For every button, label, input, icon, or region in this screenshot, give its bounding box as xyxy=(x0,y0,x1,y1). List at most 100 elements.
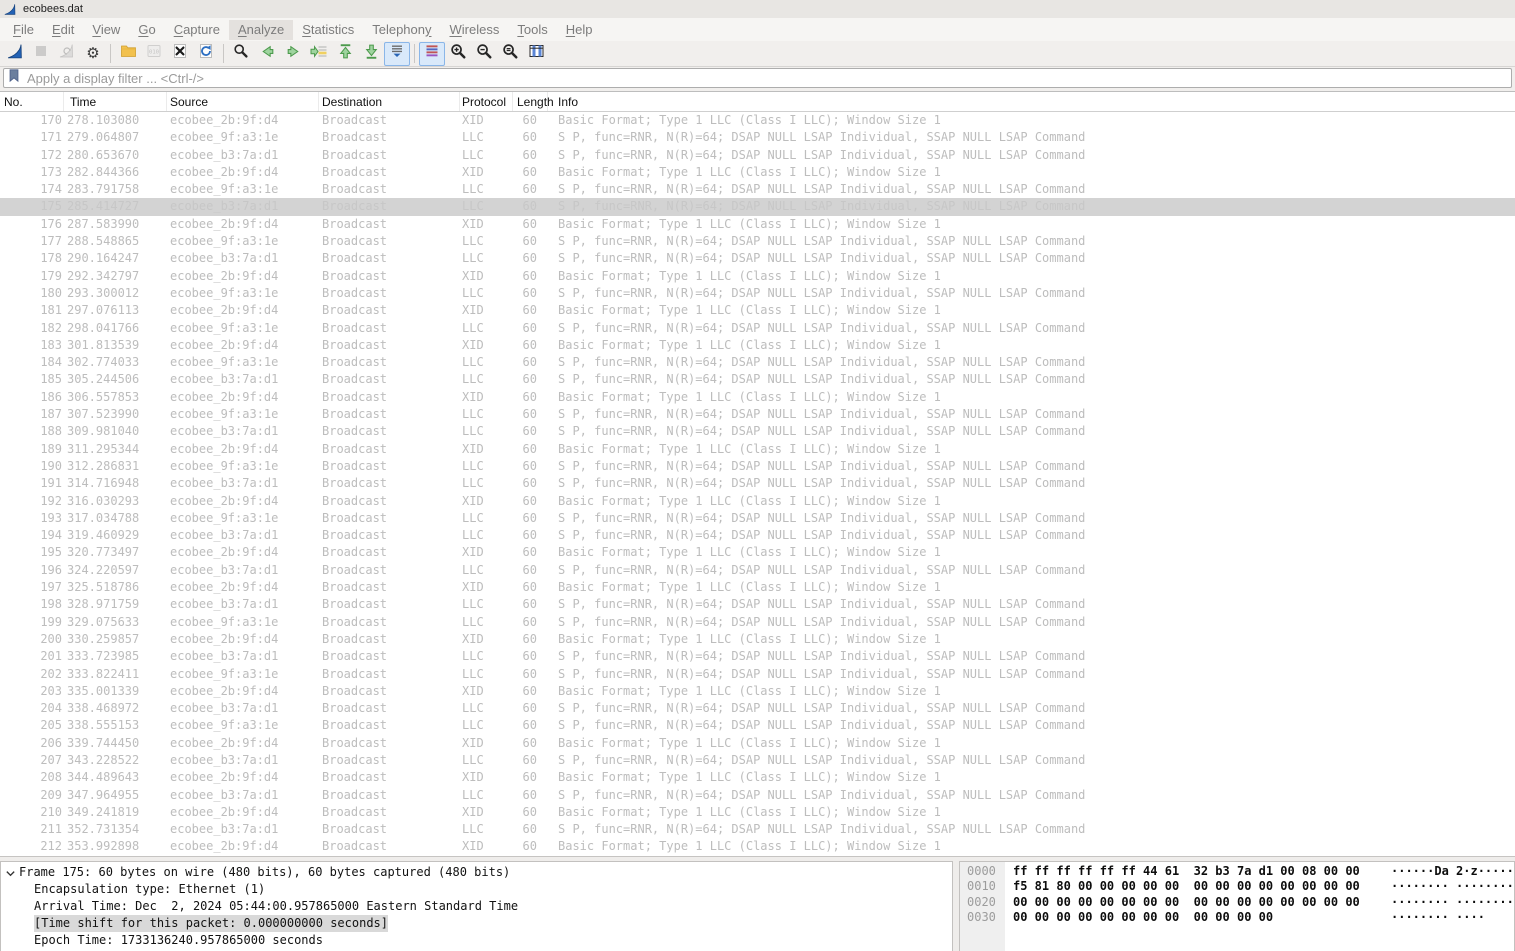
packet-row-211[interactable]: 211 352.731354 ecobee_b3:7a:d1 Broadcast LLC… xyxy=(0,821,1515,838)
packet-row-203[interactable]: 203 335.001339 ecobee_2b:9f:d4 Broadcast XID… xyxy=(0,683,1515,700)
packet-row-197[interactable]: 197 325.518786 ecobee_2b:9f:d4 Broadcast XID… xyxy=(0,579,1515,596)
packet-row-191[interactable]: 191 314.716948 ecobee_b3:7a:d1 Broadcast LLC… xyxy=(0,475,1515,492)
packet-row-199[interactable]: 199 329.075633 ecobee_9f:a3:1e Broadcast LLC… xyxy=(0,614,1515,631)
packet-row-170[interactable]: 170 278.103080 ecobee_2b:9f:d4 Broadcast XID… xyxy=(0,112,1515,129)
menu-telephony[interactable]: Telephony xyxy=(363,20,440,40)
packet-row-208[interactable]: 208 344.489643 ecobee_2b:9f:d4 Broadcast XID… xyxy=(0,769,1515,786)
packet-row-175[interactable]: 175 285.414727 ecobee_b3:7a:d1 Broadcast LLC… xyxy=(0,198,1515,216)
menu-analyze[interactable]: Analyze xyxy=(228,19,294,40)
cell-src: ecobee_9f:a3:1e xyxy=(170,355,279,370)
detail-line-5[interactable]: [Time delta from previous captured frame… xyxy=(1,949,952,951)
packet-row-180[interactable]: 180 293.300012 ecobee_9f:a3:1e Broadcast LLC… xyxy=(0,285,1515,302)
packet-row-201[interactable]: 201 333.723985 ecobee_b3:7a:d1 Broadcast LLC… xyxy=(0,648,1515,665)
packet-row-171[interactable]: 171 279.064807 ecobee_9f:a3:1e Broadcast LLC… xyxy=(0,129,1515,146)
packet-row-183[interactable]: 183 301.813539 ecobee_2b:9f:d4 Broadcast XID… xyxy=(0,337,1515,354)
hex-row-0010[interactable]: 0010 f5 81 80 00 00 00 00 00 00 00 00 00 … xyxy=(960,879,1514,895)
go-first-packet-button[interactable] xyxy=(332,42,358,66)
packet-row-179[interactable]: 179 292.342797 ecobee_2b:9f:d4 Broadcast XID… xyxy=(0,268,1515,285)
menu-help[interactable]: Help xyxy=(557,20,602,40)
auto-scroll-button[interactable] xyxy=(384,41,410,66)
cell-no: 193 xyxy=(40,510,62,525)
menu-capture[interactable]: Capture xyxy=(165,20,229,40)
packet-row-200[interactable]: 200 330.259857 ecobee_2b:9f:d4 Broadcast XID… xyxy=(0,631,1515,648)
cell-src: ecobee_9f:a3:1e xyxy=(170,718,279,733)
packet-row-185[interactable]: 185 305.244506 ecobee_b3:7a:d1 Broadcast LLC… xyxy=(0,371,1515,388)
menu-go[interactable]: Go xyxy=(129,20,164,40)
packet-row-187[interactable]: 187 307.523990 ecobee_9f:a3:1e Broadcast LLC… xyxy=(0,406,1515,423)
display-filter-input[interactable]: Apply a display filter ... <Ctrl-/> xyxy=(3,68,1512,88)
hex-row-0000[interactable]: 0000 ff ff ff ff ff ff 44 61 32 b3 7a d1 … xyxy=(960,864,1514,880)
packet-row-173[interactable]: 173 282.844366 ecobee_2b:9f:d4 Broadcast XID… xyxy=(0,164,1515,181)
cell-info: Basic Format; Type 1 LLC (Class I LLC); … xyxy=(558,683,941,698)
filter-bookmark-icon[interactable] xyxy=(7,68,21,88)
colorize-button[interactable] xyxy=(419,41,445,66)
packet-row-196[interactable]: 196 324.220597 ecobee_b3:7a:d1 Broadcast LLC… xyxy=(0,562,1515,579)
cell-time: 353.992898 xyxy=(67,839,140,854)
packet-row-181[interactable]: 181 297.076113 ecobee_2b:9f:d4 Broadcast XID… xyxy=(0,302,1515,319)
packet-row-184[interactable]: 184 302.774033 ecobee_9f:a3:1e Broadcast LLC… xyxy=(0,354,1515,371)
cell-len: 60 xyxy=(522,389,537,404)
column-header-destination[interactable]: Destination xyxy=(319,92,460,111)
go-forward-button[interactable] xyxy=(280,42,306,66)
detail-line-0[interactable]: Frame 175: 60 bytes on wire (480 bits), … xyxy=(1,864,952,881)
packet-row-177[interactable]: 177 288.548865 ecobee_9f:a3:1e Broadcast LLC… xyxy=(0,233,1515,250)
packet-row-193[interactable]: 193 317.034788 ecobee_9f:a3:1e Broadcast LLC… xyxy=(0,510,1515,527)
detail-line-2[interactable]: Arrival Time: Dec 2, 2024 05:44:00.95786… xyxy=(1,898,952,915)
close-file-button[interactable] xyxy=(167,42,193,66)
detail-line-4[interactable]: Epoch Time: 1733136240.957865000 seconds xyxy=(1,932,952,949)
packet-row-190[interactable]: 190 312.286831 ecobee_9f:a3:1e Broadcast LLC… xyxy=(0,458,1515,475)
capture-options-button[interactable]: ⚙ xyxy=(80,42,106,66)
menu-statistics[interactable]: Statistics xyxy=(293,20,363,40)
hex-row-0030[interactable]: 0030 00 00 00 00 00 00 00 00 00 00 00 00 ·… xyxy=(960,910,1514,926)
packet-row-204[interactable]: 204 338.468972 ecobee_b3:7a:d1 Broadcast LLC… xyxy=(0,700,1515,717)
packet-row-174[interactable]: 174 283.791758 ecobee_9f:a3:1e Broadcast LLC… xyxy=(0,181,1515,198)
column-header-source[interactable]: Source xyxy=(167,92,319,111)
packet-row-188[interactable]: 188 309.981040 ecobee_b3:7a:d1 Broadcast LLC… xyxy=(0,423,1515,440)
find-packet-button[interactable] xyxy=(228,42,254,66)
zoom-in-button[interactable] xyxy=(445,42,471,66)
go-back-button[interactable] xyxy=(254,42,280,66)
menu-wireless[interactable]: Wireless xyxy=(441,20,509,40)
packet-row-172[interactable]: 172 280.653670 ecobee_b3:7a:d1 Broadcast LLC… xyxy=(0,147,1515,164)
column-header-info[interactable]: Info xyxy=(548,92,1515,111)
packet-row-207[interactable]: 207 343.228522 ecobee_b3:7a:d1 Broadcast LLC… xyxy=(0,752,1515,769)
zoom-out-button[interactable] xyxy=(471,42,497,66)
menu-view[interactable]: View xyxy=(83,20,129,40)
menu-edit[interactable]: Edit xyxy=(43,20,83,40)
menu-tools[interactable]: Tools xyxy=(508,20,556,40)
packet-row-210[interactable]: 210 349.241819 ecobee_2b:9f:d4 Broadcast XID… xyxy=(0,804,1515,821)
open-file-button[interactable] xyxy=(115,42,141,66)
go-to-packet-button[interactable] xyxy=(306,42,332,66)
packet-row-182[interactable]: 182 298.041766 ecobee_9f:a3:1e Broadcast LLC… xyxy=(0,320,1515,337)
save-icon: 010 xyxy=(146,43,162,64)
detail-line-3[interactable]: [Time shift for this packet: 0.000000000… xyxy=(1,914,952,932)
packet-row-195[interactable]: 195 320.773497 ecobee_2b:9f:d4 Broadcast XID… xyxy=(0,544,1515,561)
go-last-packet-button[interactable] xyxy=(358,42,384,66)
hex-row-0020[interactable]: 0020 00 00 00 00 00 00 00 00 00 00 00 00 … xyxy=(960,895,1514,911)
detail-line-1[interactable]: Encapsulation type: Ethernet (1) xyxy=(1,881,952,898)
expander-chevron-icon[interactable] xyxy=(5,867,16,884)
packet-row-198[interactable]: 198 328.971759 ecobee_b3:7a:d1 Broadcast LLC… xyxy=(0,596,1515,613)
column-header-no[interactable]: No. xyxy=(0,92,64,111)
menu-file[interactable]: File xyxy=(4,20,43,40)
packet-row-212[interactable]: 212 353.992898 ecobee_2b:9f:d4 Broadcast XID… xyxy=(0,838,1515,855)
cell-dst: Broadcast xyxy=(322,580,388,595)
packet-row-202[interactable]: 202 333.822411 ecobee_9f:a3:1e Broadcast LLC… xyxy=(0,666,1515,683)
packet-row-194[interactable]: 194 319.460929 ecobee_b3:7a:d1 Broadcast LLC… xyxy=(0,527,1515,544)
packet-row-192[interactable]: 192 316.030293 ecobee_2b:9f:d4 Broadcast XID… xyxy=(0,493,1515,510)
zoom-reset-button[interactable] xyxy=(497,42,523,66)
cell-time: 352.731354 xyxy=(67,822,140,837)
packet-row-189[interactable]: 189 311.295344 ecobee_2b:9f:d4 Broadcast XID… xyxy=(0,441,1515,458)
packet-row-205[interactable]: 205 338.555153 ecobee_9f:a3:1e Broadcast LLC… xyxy=(0,717,1515,734)
packet-row-176[interactable]: 176 287.583990 ecobee_2b:9f:d4 Broadcast XID… xyxy=(0,216,1515,233)
packet-row-178[interactable]: 178 290.164247 ecobee_b3:7a:d1 Broadcast LLC… xyxy=(0,250,1515,267)
packet-row-209[interactable]: 209 347.964955 ecobee_b3:7a:d1 Broadcast LLC… xyxy=(0,787,1515,804)
column-header-protocol[interactable]: Protocol xyxy=(460,92,513,111)
resize-columns-button[interactable] xyxy=(523,42,549,66)
column-header-time[interactable]: Time xyxy=(64,92,167,111)
reload-file-button[interactable] xyxy=(193,42,219,66)
packet-row-186[interactable]: 186 306.557853 ecobee_2b:9f:d4 Broadcast XID… xyxy=(0,389,1515,406)
column-header-length[interactable]: Length xyxy=(513,92,554,111)
start-capture-button[interactable] xyxy=(2,42,28,66)
packet-row-206[interactable]: 206 339.744450 ecobee_2b:9f:d4 Broadcast XID… xyxy=(0,735,1515,752)
